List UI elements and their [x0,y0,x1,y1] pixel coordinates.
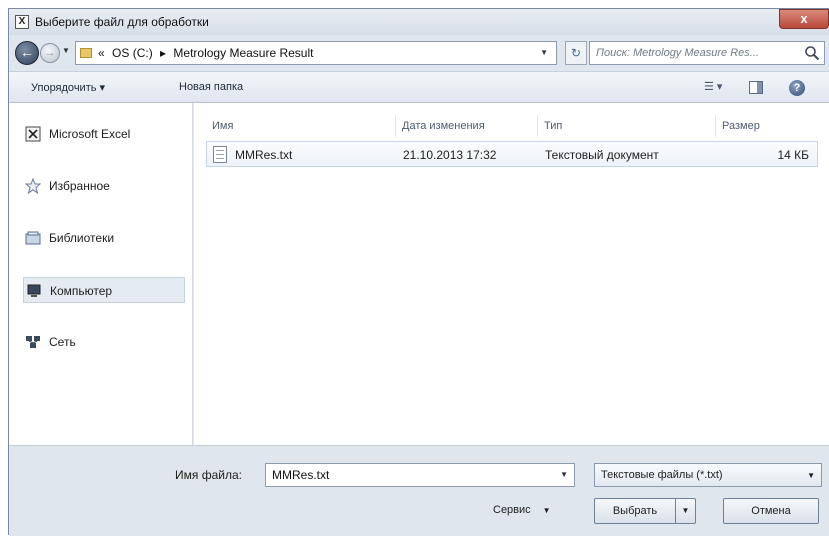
close-button[interactable]: x [779,9,829,29]
breadcrumb: « OS (C:) ▸ Metrology Measure Result [98,46,317,60]
nav-label: Компьютер [50,284,113,298]
navigation-pane: Microsoft Excel Избранное Библиотеки Ком… [9,103,193,445]
folder-icon [80,48,92,58]
command-toolbar: Упорядочить ▾ Новая папка ☰ ▾ ? [9,71,829,103]
file-list: Имя Дата изменения Тип Размер MMRes.txt … [194,103,829,445]
breadcrumb-folder[interactable]: Metrology Measure Result [173,46,313,60]
star-icon [25,178,41,194]
nav-item-network[interactable]: Сеть [23,329,185,355]
filename-label: Имя файла: [175,468,242,482]
nav-item-excel[interactable]: Microsoft Excel [23,121,185,147]
open-split-button: Выбрать ▼ [594,498,696,524]
dialog-footer: Имя файла: MMRes.txt ▼ Текстовые файлы (… [9,445,829,536]
chevron-down-icon: ▼ [542,506,551,515]
computer-icon [27,284,41,297]
text-file-icon [213,146,227,163]
file-type-value: Текстовые файлы (*.txt) [601,469,723,481]
nav-item-computer[interactable]: Компьютер [23,277,185,303]
network-icon [26,336,40,348]
file-name: MMRes.txt [235,148,293,162]
back-button[interactable]: ← [15,41,39,65]
filename-value: MMRes.txt [272,468,330,482]
column-header-type[interactable]: Тип [538,115,716,137]
nav-label: Библиотеки [49,231,115,245]
nav-item-favorites[interactable]: Избранное [23,173,185,199]
search-input[interactable]: Поиск: Metrology Measure Res... [589,41,825,65]
service-label: Сервис [493,504,531,516]
address-dropdown-icon[interactable]: ▼ [540,48,548,57]
refresh-button[interactable]: ↻ [565,41,587,65]
window-title: Выберите файл для обработки [35,15,209,29]
filename-input[interactable]: MMRes.txt ▼ [265,463,575,487]
file-type: Текстовый документ [545,148,659,162]
search-placeholder: Поиск: Metrology Measure Res... [596,47,759,59]
open-button[interactable]: Выбрать [595,499,675,523]
service-button[interactable]: Сервис ▼ [493,504,551,516]
file-size: 14 КБ [777,148,809,162]
column-header-name[interactable]: Имя [206,115,396,137]
library-icon [25,231,41,245]
search-icon[interactable] [804,45,820,61]
table-row[interactable]: MMRes.txt 21.10.2013 17:32 Текстовый док… [206,141,818,167]
column-header-size[interactable]: Размер [716,115,816,137]
filename-dropdown-icon[interactable]: ▼ [560,470,568,479]
column-header-date[interactable]: Дата изменения [396,115,538,137]
preview-pane-icon[interactable] [749,81,763,94]
address-row: ← → ▼ « OS (C:) ▸ Metrology Measure Resu… [9,35,829,71]
open-dropdown-button[interactable]: ▼ [675,499,695,523]
help-icon[interactable]: ? [789,80,805,96]
address-bar[interactable]: « OS (C:) ▸ Metrology Measure Result ▼ [75,41,557,65]
nav-label: Microsoft Excel [49,127,131,141]
excel-icon [25,126,41,142]
new-folder-button[interactable]: Новая папка [179,81,243,93]
file-open-dialog: X Выберите файл для обработки x ← → ▼ « … [8,8,829,536]
title-bar[interactable]: X Выберите файл для обработки x [9,9,829,35]
chevron-down-icon: ▼ [807,471,815,480]
history-dropdown-icon[interactable]: ▼ [62,46,70,55]
excel-app-icon: X [15,15,29,29]
nav-label: Избранное [49,179,110,193]
forward-button[interactable]: → [40,43,60,63]
nav-item-libraries[interactable]: Библиотеки [23,225,185,251]
breadcrumb-drive[interactable]: OS (C:) [112,46,153,60]
cancel-button[interactable]: Отмена [723,498,819,524]
breadcrumb-separator[interactable]: ▸ [160,46,166,60]
views-button[interactable]: ☰ ▾ [704,80,734,96]
file-date: 21.10.2013 17:32 [403,148,497,162]
file-type-select[interactable]: Текстовые файлы (*.txt) ▼ [594,463,822,487]
breadcrumb-overflow[interactable]: « [98,46,105,60]
nav-label: Сеть [49,335,76,349]
organize-button[interactable]: Упорядочить ▾ [31,81,105,94]
